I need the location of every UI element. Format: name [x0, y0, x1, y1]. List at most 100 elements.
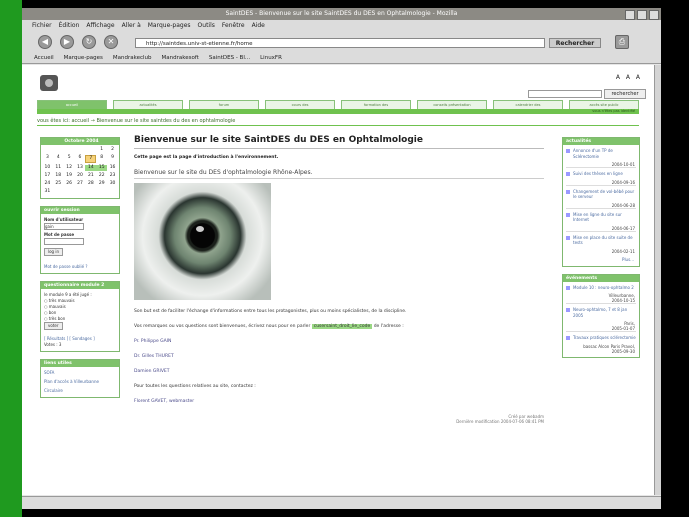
back-button[interactable]: ◀ [38, 35, 52, 49]
calendar-day[interactable]: 20 [75, 173, 86, 179]
username-field[interactable]: gain [44, 223, 84, 230]
member-bar: vous n'êtes pas identifié [37, 109, 639, 114]
contact-email-link[interactable]: cusersaint_droit_lie_code [311, 324, 373, 329]
paragraph: Son but est de faciliter l'échange d'inf… [134, 309, 407, 314]
search-button[interactable]: Rechercher [549, 38, 601, 48]
minimize-button[interactable] [625, 10, 635, 20]
bookmark-linuxfr[interactable]: LinuxFR [260, 53, 282, 63]
menu-go[interactable]: Aller à [122, 20, 141, 31]
maximize-button[interactable] [637, 10, 647, 20]
news-item[interactable]: Suivi des thèses en ligne [563, 168, 639, 180]
link-circulaire[interactable]: Circulaire [44, 388, 116, 394]
news-more-link[interactable]: Plus... [563, 254, 639, 266]
events-portlet: événements Module 10 : neuro-ophtalmo 2 … [562, 273, 640, 358]
calendar-day[interactable]: 25 [53, 181, 64, 187]
calendar-day[interactable]: 23 [107, 173, 118, 179]
calendar-day[interactable]: 30 [107, 181, 118, 187]
calendar-day[interactable]: 8 [96, 155, 107, 161]
event-item[interactable]: Neuro-ophtalmo, 7 et 8 jan 2005 [563, 304, 639, 321]
bookmark-mandrakeclub[interactable]: Mandrakeclub [113, 53, 152, 63]
calendar-day[interactable]: 13 [75, 165, 86, 171]
forgot-password-link[interactable]: Mot de passe oublié ? [44, 264, 116, 270]
menu-window[interactable]: Fenêtre [222, 20, 245, 31]
links-portlet: liens utiles SOFA Plan d'accès à Villeur… [40, 359, 120, 398]
calendar-day[interactable]: 1 [96, 147, 107, 153]
news-item[interactable]: Annonce d'un TP de Sclérectomie [563, 145, 639, 162]
event-item[interactable]: Module 10 : neuro-ophtalmo 2 [563, 282, 639, 294]
vote-button[interactable]: voter [44, 322, 63, 330]
calendar-day[interactable]: 27 [75, 181, 86, 187]
calendar-day[interactable]: 10 [42, 165, 53, 171]
contact-grivet[interactable]: Damien GRIVET [134, 368, 544, 375]
calendar-portlet: Octobre 2004 1 2 3 4 5 6 7 8 9 10 11 12 13 14 15 16 17 18… [40, 137, 120, 199]
calendar-day[interactable]: 28 [85, 181, 96, 187]
calendar-day[interactable]: 12 [64, 165, 75, 171]
bookmark-folder[interactable]: Marque-pages [64, 53, 103, 63]
menu-view[interactable]: Affichage [86, 20, 114, 31]
calendar-day[interactable]: 2 [107, 147, 118, 153]
login-portlet: ouvrir session Nom d'utilisateur gain Mo… [40, 206, 120, 274]
contact-gain[interactable]: Pr. Philippe GAIN [134, 338, 544, 345]
questions-text: Pour toutes les questions relatives au s… [134, 384, 256, 389]
calendar-day[interactable]: 3 [42, 155, 53, 161]
webmaster-link[interactable]: Florent GAVET, webmaster [134, 398, 544, 405]
paragraph-contact: Vos remarques ou vos questions sont bien… [134, 324, 404, 329]
calendar-day[interactable]: 11 [53, 165, 64, 171]
links-title: liens utiles [41, 360, 119, 367]
calendar-day[interactable]: 29 [96, 181, 107, 187]
print-icon[interactable]: ⎙ [615, 35, 629, 49]
breadcrumb: vous êtes ici: accueil → Bienvenue sur l… [37, 117, 639, 126]
event-item[interactable]: Travaux pratiques sclérectomie [563, 332, 639, 344]
menu-file[interactable]: Fichier [32, 20, 52, 31]
link-plan-acces[interactable]: Plan d'accès à Villeurbanne [44, 379, 116, 385]
page-subtitle: Bienvenue sur le site du DES d'ophtalmol… [134, 169, 544, 179]
menu-bar: Fichier Édition Affichage Aller à Marque… [22, 20, 661, 31]
calendar-day[interactable]: 5 [64, 155, 75, 161]
calendar-day[interactable]: 17 [42, 173, 53, 179]
stop-button[interactable]: ✕ [104, 35, 118, 49]
web-page: A A A rechercher accueil actualités foru… [22, 65, 654, 495]
calendar-day[interactable]: 24 [42, 181, 53, 187]
site-search-input[interactable] [528, 90, 602, 98]
calendar-day[interactable]: 15 [96, 165, 108, 171]
menu-tools[interactable]: Outils [198, 20, 215, 31]
menu-edit[interactable]: Édition [59, 20, 80, 31]
main-content: Bienvenue sur le site SaintDES du DES en… [134, 135, 544, 424]
calendar-day[interactable]: 14 [85, 165, 97, 171]
bookmark-home[interactable]: Accueil [34, 53, 54, 63]
calendar-day[interactable]: 19 [64, 173, 75, 179]
news-item[interactable]: Changement de vol-bébé pour le serveur [563, 186, 639, 203]
calendar-day[interactable]: 21 [85, 173, 96, 179]
news-item[interactable]: Mise en ligne du site sur Internet [563, 209, 639, 226]
calendar-day[interactable]: 4 [53, 155, 64, 161]
menu-help[interactable]: Aide [252, 20, 265, 31]
poll-title: questionnaire module 2 [41, 282, 119, 289]
login-title: ouvrir session [41, 207, 119, 214]
bookmark-mandrakesoft[interactable]: Mandrakesoft [162, 53, 199, 63]
calendar-day[interactable]: 31 [42, 189, 53, 195]
calendar-day[interactable]: 16 [107, 165, 118, 171]
close-button[interactable] [649, 10, 659, 20]
eye-image [134, 183, 271, 300]
contact-thuret[interactable]: Dr. Gilles THURET [134, 353, 544, 360]
font-size-controls[interactable]: A A A [616, 74, 642, 81]
calendar-empty [85, 147, 96, 153]
reload-button[interactable]: ↻ [82, 35, 96, 49]
site-search-button[interactable]: rechercher [604, 89, 646, 99]
url-field[interactable]: http://saintdes.univ-st-etienne.fr/home [135, 38, 545, 48]
news-item[interactable]: Mise en place du site suite de tests [563, 232, 639, 249]
forward-button[interactable]: ▶ [60, 35, 74, 49]
password-field[interactable] [44, 238, 84, 245]
calendar-day[interactable]: 6 [75, 155, 86, 161]
member-status[interactable]: vous n'êtes pas identifié [592, 109, 635, 114]
link-sofa[interactable]: SOFA [44, 370, 116, 376]
vertical-scrollbar[interactable] [654, 65, 661, 495]
calendar-day[interactable]: 7 [85, 155, 97, 163]
calendar-day[interactable]: 18 [53, 173, 64, 179]
calendar-day[interactable]: 22 [96, 173, 107, 179]
bookmark-saintdes[interactable]: SaintDES - Bl... [209, 53, 250, 63]
menu-bookmarks[interactable]: Marque-pages [148, 20, 191, 31]
calendar-day[interactable]: 9 [107, 155, 118, 161]
calendar-day[interactable]: 26 [64, 181, 75, 187]
login-button[interactable]: log in [44, 248, 64, 256]
